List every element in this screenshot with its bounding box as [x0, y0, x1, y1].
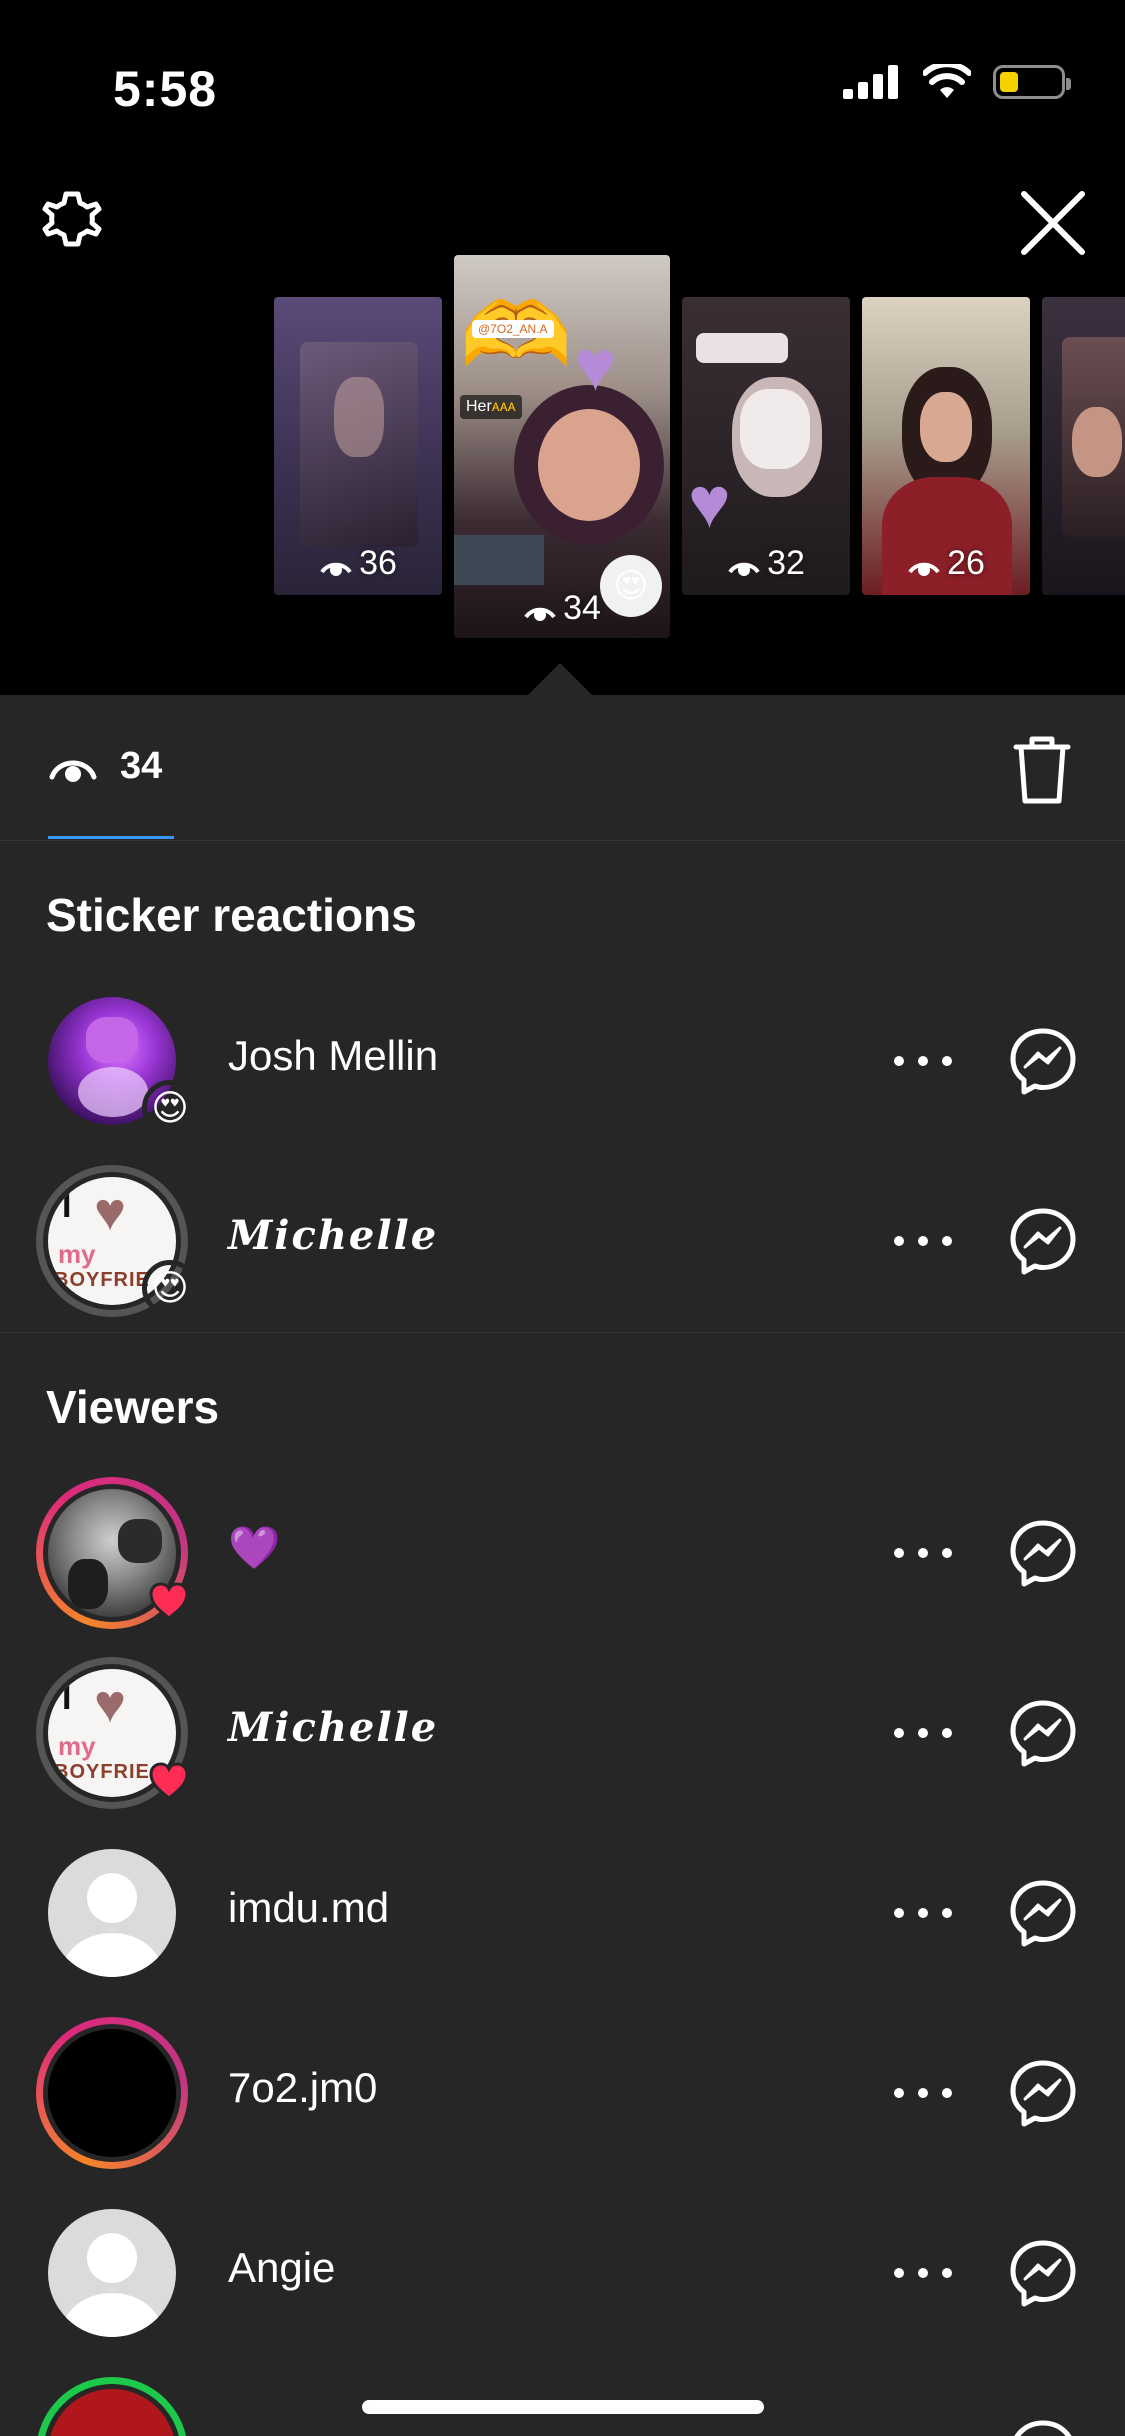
views-count[interactable]: 34: [48, 745, 162, 788]
wifi-icon: [923, 64, 971, 98]
plush-toy: [740, 389, 810, 469]
messenger-icon[interactable]: [1008, 2418, 1078, 2436]
home-indicator[interactable]: [362, 2400, 764, 2414]
viewer-row[interactable]: imdu.md: [0, 1822, 1125, 2002]
more-options-icon[interactable]: [888, 1718, 958, 1748]
messenger-icon[interactable]: [1008, 1518, 1078, 1588]
username[interactable]: imdu.md: [228, 1884, 389, 1932]
more-options-icon[interactable]: [888, 1046, 958, 1076]
messenger-icon[interactable]: [1008, 1026, 1078, 1096]
eye-icon: [49, 760, 97, 782]
eye-icon: [524, 607, 556, 621]
reaction-emoji: 😍: [142, 1080, 198, 1136]
eye-icon: [320, 562, 352, 576]
messenger-icon[interactable]: [1008, 1698, 1078, 1768]
more-options-icon[interactable]: [888, 1538, 958, 1568]
username[interactable]: Angie: [228, 2244, 335, 2292]
story-thumbnail-selected[interactable]: 🫶 @7O2_AN.A ♥ Herᴀᴀᴀ 😍 34: [454, 255, 670, 638]
text-sticker: Herᴀᴀᴀ: [460, 395, 522, 419]
reaction-row[interactable]: I ♥ my BOYFRIE 😍 𝑴𝒊𝒄𝒉𝒆𝒍𝒍𝒆: [0, 1150, 1125, 1330]
username[interactable]: Josh Mellin: [228, 1032, 438, 1080]
story-thumbnail[interactable]: ♥ 32: [682, 297, 850, 595]
messenger-icon[interactable]: [1008, 2058, 1078, 2128]
settings-gear-icon[interactable]: [36, 188, 108, 260]
status-icons: [843, 64, 1071, 100]
more-options-icon[interactable]: [888, 2258, 958, 2288]
reaction-emoji: 😍: [142, 1260, 198, 1316]
viewer-row[interactable]: Angie: [0, 2182, 1125, 2362]
avatar[interactable]: [48, 2029, 176, 2157]
battery-icon: [993, 65, 1071, 99]
close-icon[interactable]: [1018, 188, 1088, 258]
liked-heart-icon: [149, 1582, 189, 1620]
viewers-title: Viewers: [46, 1381, 220, 1433]
username[interactable]: 💜: [228, 1524, 280, 1573]
messenger-icon[interactable]: [1008, 1878, 1078, 1948]
viewer-row[interactable]: I ♥ my BOYFRIE 𝑴𝒊𝒄𝒉𝒆𝒍𝒍𝒆: [0, 1642, 1125, 1822]
messenger-icon[interactable]: [1008, 1206, 1078, 1276]
story-thumbnail[interactable]: 36: [274, 297, 442, 595]
viewer-row[interactable]: 7o2.jm0: [0, 2002, 1125, 2182]
eye-icon: [728, 562, 760, 576]
story-thumbnail[interactable]: 26: [862, 297, 1030, 595]
views-count-number: 34: [120, 745, 163, 787]
purple-heart-sticker: ♥: [574, 326, 617, 406]
views-tab-indicator: [48, 836, 174, 839]
story-thumbnail[interactable]: [1042, 297, 1125, 595]
purple-heart-sticker: ♥: [688, 463, 731, 543]
messenger-icon[interactable]: [1008, 2238, 1078, 2308]
default-avatar-icon[interactable]: [48, 2209, 176, 2337]
status-time: 5:58: [113, 61, 218, 117]
signal-icon: [843, 65, 898, 99]
viewer-row[interactable]: 💜: [0, 1462, 1125, 1642]
viewer-row[interactable]: [0, 2362, 1125, 2436]
thumbnail-view-count: 34: [454, 589, 670, 628]
thumbnail-view-count: 32: [682, 544, 850, 583]
sticker-reactions-title: Sticker reactions: [46, 889, 417, 941]
username[interactable]: 𝑴𝒊𝒄𝒉𝒆𝒍𝒍𝒆: [228, 1704, 438, 1751]
default-avatar-icon[interactable]: [48, 1849, 176, 1977]
trash-icon[interactable]: [1012, 735, 1072, 805]
thumbnail-view-count: 26: [862, 544, 1030, 583]
username[interactable]: 7o2.jm0: [228, 2064, 377, 2112]
selected-story-pointer: [528, 663, 592, 695]
views-bar: 34: [0, 695, 1125, 841]
tag-sticker: @7O2_AN.A: [472, 320, 554, 338]
eye-icon: [908, 562, 940, 576]
more-options-icon[interactable]: [888, 1898, 958, 1928]
username[interactable]: 𝑴𝒊𝒄𝒉𝒆𝒍𝒍𝒆: [228, 1212, 438, 1259]
reaction-row[interactable]: 😍 Josh Mellin: [0, 970, 1125, 1150]
more-options-icon[interactable]: [888, 1226, 958, 1256]
liked-heart-icon: [149, 1762, 189, 1800]
thumbnail-view-count: 36: [274, 544, 442, 583]
story-strip-area: 5:58 36 🫶 @7O2_AN.A ♥: [0, 0, 1125, 695]
more-options-icon[interactable]: [888, 2078, 958, 2108]
section-divider: [0, 1332, 1125, 1333]
